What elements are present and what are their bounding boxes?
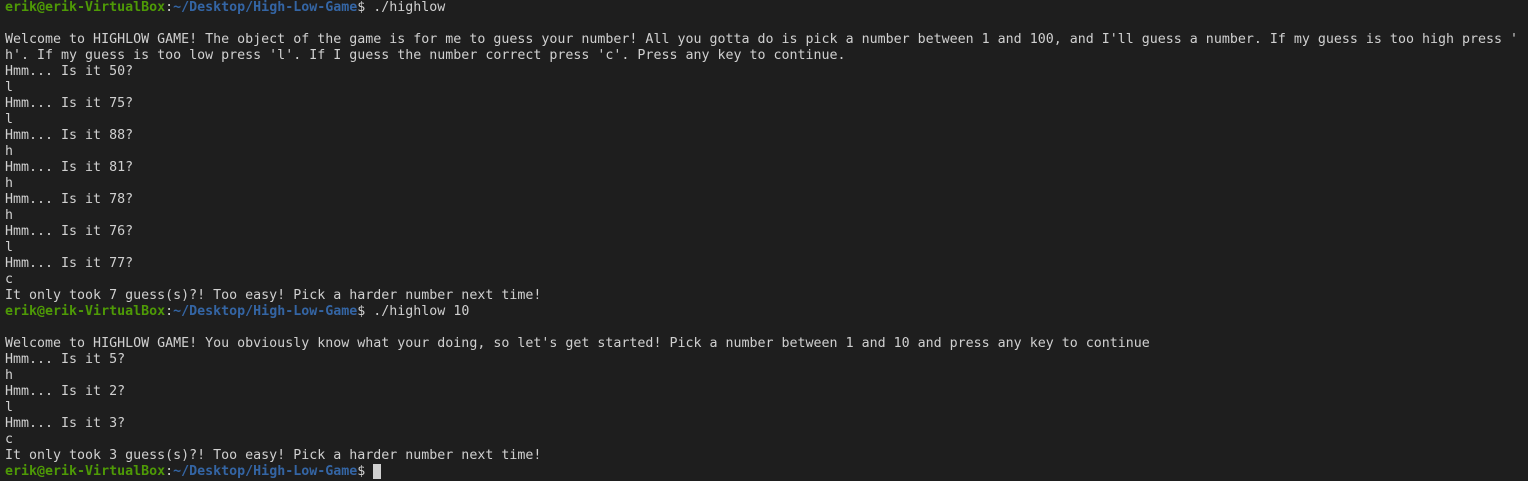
output-line: l (5, 240, 14, 255)
prompt-symbol: $ (357, 0, 374, 15)
terminal-output[interactable]: erik@erik-VirtualBox:~/Desktop/High-Low-… (0, 0, 1528, 481)
prompt-colon: : (165, 464, 174, 479)
prompt-user-host: erik@erik-VirtualBox (5, 304, 166, 319)
output-line: Hmm... Is it 77? (5, 256, 134, 271)
output-line: h (5, 144, 14, 159)
output-line: Welcome to HIGHLOW GAME! The object of t… (5, 32, 1519, 47)
output-line: h'. If my guess is too low press 'l'. If… (5, 48, 846, 63)
prompt-user-host: erik@erik-VirtualBox (5, 464, 166, 479)
prompt-user-host: erik@erik-VirtualBox (5, 0, 166, 15)
output-line: l (5, 400, 14, 415)
output-line: Hmm... Is it 3? (5, 416, 126, 431)
output-line: h (5, 176, 14, 191)
command-text: ./highlow (373, 0, 446, 15)
output-line: h (5, 208, 14, 223)
output-line: Hmm... Is it 88? (5, 128, 134, 143)
output-line: Hmm... Is it 50? (5, 64, 134, 79)
output-line: Hmm... Is it 75? (5, 96, 134, 111)
output-line: c (5, 272, 14, 287)
prompt-path: ~/Desktop/High-Low-Game (173, 464, 358, 479)
output-line: l (5, 80, 14, 95)
output-line: Hmm... Is it 81? (5, 160, 134, 175)
output-line: h (5, 368, 14, 383)
prompt-line: erik@erik-VirtualBox:~/Desktop/High-Low-… (5, 304, 1528, 320)
output-line: It only took 3 guess(s)?! Too easy! Pick… (5, 448, 542, 463)
output-line: It only took 7 guess(s)?! Too easy! Pick… (5, 288, 542, 303)
output-line: Hmm... Is it 2? (5, 384, 126, 399)
prompt-path: ~/Desktop/High-Low-Game (173, 0, 358, 15)
prompt-path: ~/Desktop/High-Low-Game (173, 304, 358, 319)
output-line: l (5, 112, 14, 127)
prompt-line: erik@erik-VirtualBox:~/Desktop/High-Low-… (5, 0, 1528, 16)
prompt-line: erik@erik-VirtualBox:~/Desktop/High-Low-… (5, 464, 1528, 480)
command-text: ./highlow 10 (373, 304, 470, 319)
output-line: Welcome to HIGHLOW GAME! You obviously k… (5, 336, 1150, 351)
prompt-symbol: $ (357, 464, 374, 479)
output-line: Hmm... Is it 5? (5, 352, 126, 367)
output-line: Hmm... Is it 76? (5, 224, 134, 239)
prompt-colon: : (165, 304, 174, 319)
prompt-colon: : (165, 0, 174, 15)
output-line: Hmm... Is it 78? (5, 192, 134, 207)
terminal-cursor[interactable] (373, 464, 382, 479)
output-line: c (5, 432, 14, 447)
prompt-symbol: $ (357, 304, 374, 319)
